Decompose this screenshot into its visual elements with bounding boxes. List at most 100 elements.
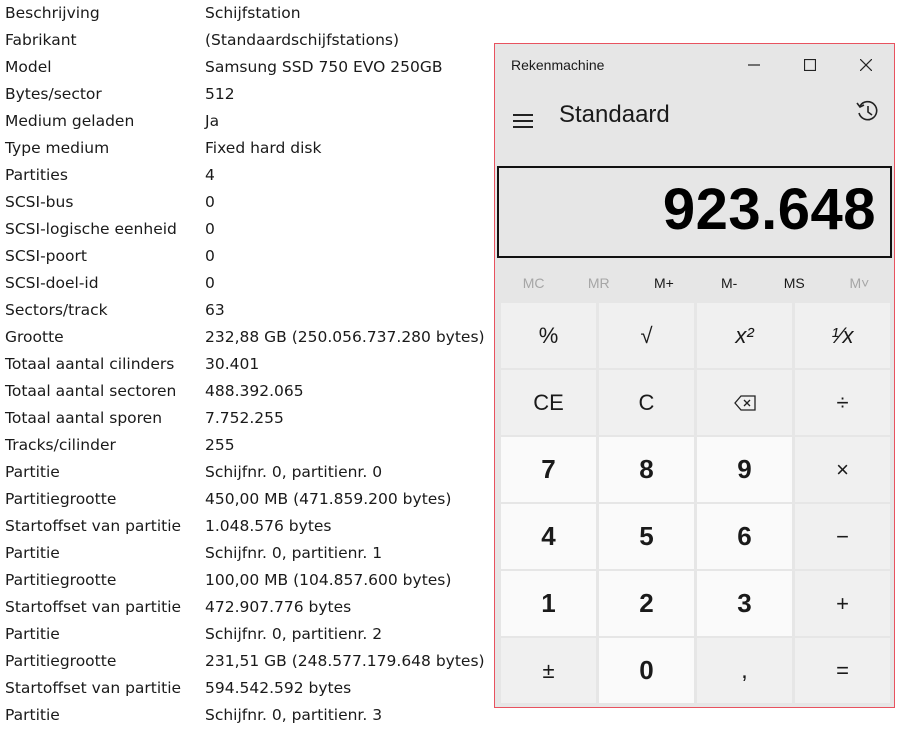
info-value: Schijfnr. 0, partitienr. 2 [205, 625, 383, 643]
title-bar: Rekenmachine [495, 44, 894, 86]
info-value: 0 [205, 274, 215, 292]
digit-5-button[interactable]: 5 [599, 504, 694, 569]
info-key: SCSI-bus [5, 193, 74, 211]
info-key: Startoffset van partitie [5, 679, 182, 697]
digit-3-button[interactable]: 3 [697, 571, 792, 636]
info-key: Sectors/track [5, 301, 108, 319]
minimize-button[interactable] [726, 44, 782, 86]
info-key: Totaal aantal cilinders [5, 355, 175, 373]
memory-button[interactable]: MR [566, 266, 631, 300]
info-key: Model [5, 58, 52, 76]
info-value: Schijfstation [205, 4, 301, 22]
digit-4-button[interactable]: 4 [501, 504, 596, 569]
clear-entry-button[interactable]: CE [501, 370, 596, 435]
info-key: SCSI-doel-id [5, 274, 99, 292]
subtract-button[interactable]: − [795, 504, 890, 569]
menu-icon[interactable] [513, 110, 537, 132]
calculator-window: Rekenmachine Standaard 923.648 MC MR M+ M- M… [494, 43, 895, 708]
info-value: 0 [205, 247, 215, 265]
info-value: 0 [205, 193, 215, 211]
info-value: 232,88 GB (250.056.737.280 bytes) [205, 328, 485, 346]
info-key: Startoffset van partitie [5, 598, 182, 616]
sqrt-button[interactable]: √ [599, 303, 694, 368]
info-value: Samsung SSD 750 EVO 250GB [205, 58, 443, 76]
calculator-header: Standaard [495, 86, 894, 164]
add-button[interactable]: + [795, 571, 890, 636]
info-value: 488.392.065 [205, 382, 304, 400]
close-button[interactable] [838, 44, 894, 86]
percent-button[interactable]: % [501, 303, 596, 368]
reciprocal-button[interactable]: ¹⁄x [795, 303, 890, 368]
mode-title: Standaard [559, 101, 670, 128]
info-key: SCSI-poort [5, 247, 87, 265]
info-key: Partitie [5, 625, 60, 643]
info-key: Startoffset van partitie [5, 517, 182, 535]
info-value: Ja [205, 112, 220, 130]
info-value: 450,00 MB (471.859.200 bytes) [205, 490, 452, 508]
info-key: Grootte [5, 328, 64, 346]
history-icon [856, 100, 878, 121]
memory-button[interactable]: M- [697, 266, 762, 300]
info-value: Schijfnr. 0, partitienr. 1 [205, 544, 383, 562]
negate-button[interactable]: ± [501, 638, 596, 703]
info-value: 594.542.592 bytes [205, 679, 352, 697]
result-display: 923.648 [497, 166, 892, 258]
info-key: Partities [5, 166, 68, 184]
info-key: Partitiegrootte [5, 490, 117, 508]
info-key: Partitie [5, 544, 60, 562]
display-value: 923.648 [662, 177, 876, 242]
digit-0-button[interactable]: 0 [599, 638, 694, 703]
backspace-icon [733, 394, 756, 411]
info-value: 63 [205, 301, 225, 319]
info-key: Type medium [5, 139, 110, 157]
info-key: SCSI-logische eenheid [5, 220, 177, 238]
info-value: 512 [205, 85, 235, 103]
info-key: Partitie [5, 463, 60, 481]
close-icon [860, 59, 872, 71]
info-key: Partitiegrootte [5, 571, 117, 589]
window-title: Rekenmachine [511, 57, 605, 73]
info-key: Medium geladen [5, 112, 135, 130]
digit-6-button[interactable]: 6 [697, 504, 792, 569]
info-value: Fixed hard disk [205, 139, 322, 157]
info-value: 0 [205, 220, 215, 238]
clear-button[interactable]: C [599, 370, 694, 435]
digit-9-button[interactable]: 9 [697, 437, 792, 502]
info-key: Beschrijving [5, 4, 100, 22]
memory-button[interactable]: M˅ [827, 266, 892, 300]
info-value: 472.907.776 bytes [205, 598, 352, 616]
info-value: 255 [205, 436, 235, 454]
history-button[interactable] [854, 98, 882, 126]
info-key: Partitie [5, 706, 60, 724]
memory-button[interactable]: M+ [631, 266, 696, 300]
decimal-button[interactable]: , [697, 638, 792, 703]
info-key: Partitiegrootte [5, 652, 117, 670]
maximize-button[interactable] [782, 44, 838, 86]
digit-2-button[interactable]: 2 [599, 571, 694, 636]
info-key: Tracks/cilinder [5, 436, 116, 454]
digit-1-button[interactable]: 1 [501, 571, 596, 636]
info-value: 30.401 [205, 355, 260, 373]
info-value: Schijfnr. 0, partitienr. 3 [205, 706, 383, 724]
info-value: 7.752.255 [205, 409, 284, 427]
square-button[interactable]: x² [697, 303, 792, 368]
memory-button[interactable]: MC [501, 266, 566, 300]
info-key: Bytes/sector [5, 85, 102, 103]
minimize-icon [748, 64, 760, 66]
info-value: 100,00 MB (104.857.600 bytes) [205, 571, 452, 589]
multiply-button[interactable]: × [795, 437, 890, 502]
info-key: Totaal aantal sporen [5, 409, 163, 427]
digit-8-button[interactable]: 8 [599, 437, 694, 502]
info-value: (Standaardschijfstations) [205, 31, 400, 49]
divide-button[interactable]: ÷ [795, 370, 890, 435]
digit-7-button[interactable]: 7 [501, 437, 596, 502]
info-value: 1.048.576 bytes [205, 517, 332, 535]
info-key: Totaal aantal sectoren [5, 382, 177, 400]
info-value: 231,51 GB (248.577.179.648 bytes) [205, 652, 485, 670]
info-value: Schijfnr. 0, partitienr. 0 [205, 463, 383, 481]
info-value: 4 [205, 166, 215, 184]
backspace-button[interactable] [697, 370, 792, 435]
memory-button[interactable]: MS [762, 266, 827, 300]
maximize-icon [804, 59, 816, 71]
equals-button[interactable]: = [795, 638, 890, 703]
